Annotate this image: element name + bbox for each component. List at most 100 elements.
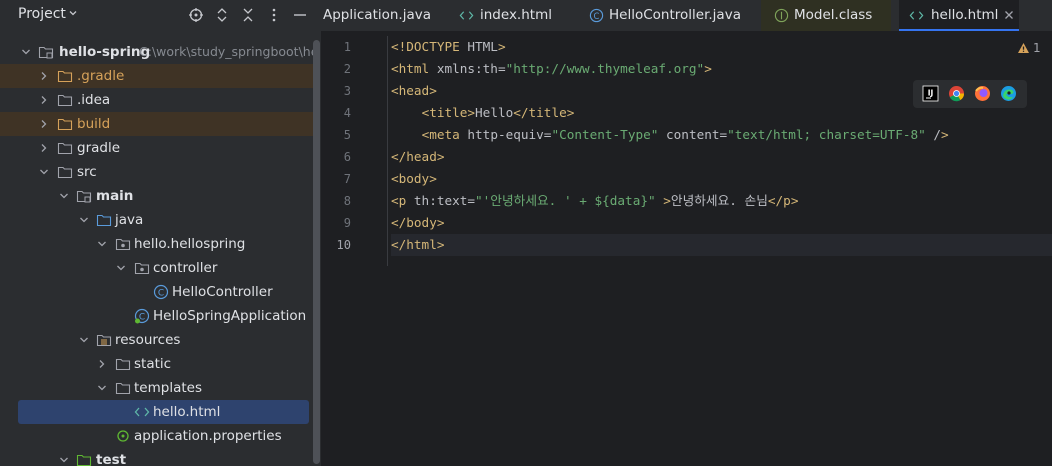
line-number: 7 <box>343 172 351 186</box>
tree-item-label: .gradle <box>77 68 125 84</box>
chevron-right-icon[interactable] <box>38 70 50 82</box>
tab-index-html[interactable]: index.html <box>459 0 581 31</box>
svg-text:C: C <box>594 11 600 21</box>
code-line[interactable]: <meta http-equiv="Content-Type" content=… <box>391 124 949 146</box>
folder-icon <box>57 94 73 107</box>
chevron-down-icon[interactable] <box>58 190 70 202</box>
spring-boot-class-icon: C <box>134 308 150 324</box>
tree-item-label: build <box>77 116 111 132</box>
line-number: 6 <box>343 150 351 164</box>
chevron-right-icon[interactable] <box>38 118 50 130</box>
close-icon[interactable] <box>1003 9 1015 21</box>
class-icon: C <box>589 8 604 23</box>
tree-item-label: hello-spring <box>59 44 151 60</box>
chevron-down-icon[interactable] <box>78 334 90 346</box>
module-folder-icon <box>38 46 54 59</box>
tab-label: index.html <box>480 7 552 23</box>
resources-folder-icon <box>96 334 112 347</box>
html-file-icon <box>459 11 474 20</box>
code-line[interactable]: <body> <box>391 168 437 190</box>
tree-item-templates[interactable]: templates <box>0 376 321 400</box>
source-folder-icon <box>96 214 112 227</box>
chevron-right-icon[interactable] <box>38 142 50 154</box>
tree-item-gradle[interactable]: gradle <box>0 136 321 160</box>
chevron-down-icon[interactable] <box>115 262 127 274</box>
chevron-right-icon[interactable] <box>96 358 108 370</box>
tree-item-main[interactable]: main <box>0 184 321 208</box>
tab-label: Model.class <box>794 7 873 23</box>
intellij-icon[interactable]: IJ <box>922 85 939 102</box>
folder-icon <box>57 70 73 83</box>
test-folder-icon <box>76 454 92 466</box>
warning-icon <box>1018 43 1029 53</box>
line-number: 3 <box>343 84 351 98</box>
chevron-down-icon[interactable] <box>58 454 70 466</box>
html-file-icon <box>134 407 150 417</box>
chevron-down-icon[interactable] <box>38 166 50 178</box>
expand-all-icon[interactable] <box>214 7 230 23</box>
hide-panel-icon[interactable] <box>292 7 308 23</box>
tab-label: Application.java <box>323 7 432 23</box>
code-line[interactable]: <head> <box>391 80 437 102</box>
source-root-folder-icon <box>76 190 92 203</box>
tree-item-hellospringapplication[interactable]: C HelloSpringApplication <box>0 304 321 328</box>
code-line[interactable]: <title>Hello</title> <box>391 102 575 124</box>
project-title-button[interactable]: Project <box>18 6 77 22</box>
tree-item-resources[interactable]: resources <box>0 328 321 352</box>
chevron-right-icon[interactable] <box>38 94 50 106</box>
tab-hello-html[interactable]: hello.html <box>899 0 1019 31</box>
tree-item-src[interactable]: src <box>0 160 321 184</box>
package-icon <box>134 262 150 275</box>
tab-model-class[interactable]: Model.class <box>761 0 891 31</box>
tree-item-hellocontroller[interactable]: C HelloController <box>0 280 321 304</box>
code-line[interactable]: <html xmlns:th="http://www.thymeleaf.org… <box>391 58 712 80</box>
chevron-down-icon[interactable] <box>96 382 108 394</box>
tree-item-package-controller[interactable]: controller <box>0 256 321 280</box>
properties-file-icon <box>117 430 129 442</box>
tree-item-label: java <box>115 212 144 228</box>
chevron-down-icon[interactable] <box>20 46 32 58</box>
tree-item-hello-spring[interactable]: hello-spring C:\work\study_springboot\he <box>0 40 321 64</box>
code-line[interactable]: </body> <box>391 212 444 234</box>
code-line[interactable]: <p th:text="'안녕하세요. ' + ${data}" >안녕하세요.… <box>391 190 798 212</box>
chevron-down-icon[interactable] <box>78 214 90 226</box>
tree-item-idea[interactable]: .idea <box>0 88 321 112</box>
tree-item-label: .idea <box>77 92 111 108</box>
chevron-down-icon[interactable] <box>96 238 108 250</box>
firefox-icon[interactable] <box>974 85 991 102</box>
collapse-all-icon[interactable] <box>240 7 256 23</box>
chrome-icon[interactable] <box>948 85 965 102</box>
tree-item-label: HelloController <box>172 284 273 300</box>
code-line[interactable]: </head> <box>391 146 444 168</box>
tree-item-application-properties[interactable]: application.properties <box>0 424 321 448</box>
tree-item-package-hellospring[interactable]: hello.hellospring <box>0 232 321 256</box>
project-scrollbar[interactable] <box>313 40 320 464</box>
line-number: 5 <box>343 128 351 142</box>
editor-tab-bar: Application.java index.html C HelloContr… <box>321 0 1052 32</box>
tree-item-test[interactable]: test <box>0 448 321 466</box>
code-line[interactable]: <!DOCTYPE HTML> <box>391 36 506 58</box>
more-options-icon[interactable] <box>266 7 282 23</box>
tree-item-label: hello.hellospring <box>134 236 246 252</box>
tab-hellocontroller-java[interactable]: C HelloController.java <box>589 0 769 31</box>
html-file-icon <box>909 11 924 20</box>
warning-count: 1 <box>1033 41 1041 55</box>
folder-icon <box>57 142 73 155</box>
folder-icon <box>57 166 73 179</box>
tree-item-label: templates <box>134 380 202 396</box>
tree-item-build[interactable]: build <box>0 112 314 136</box>
tree-item-label: gradle <box>77 140 121 156</box>
chevron-down-icon <box>69 11 77 16</box>
locate-icon[interactable] <box>188 7 204 23</box>
tab-label: hello.html <box>931 7 999 23</box>
tree-item-gradle-hidden[interactable]: .gradle <box>0 64 314 88</box>
code-line[interactable]: </html> <box>391 234 444 256</box>
tab-application-java[interactable]: Application.java <box>323 0 451 31</box>
tree-item-static[interactable]: static <box>0 352 321 376</box>
tree-item-java[interactable]: java <box>0 208 321 232</box>
tree-item-hello-html[interactable]: hello.html <box>18 400 309 424</box>
tree-item-label: static <box>134 356 172 372</box>
project-title: Project <box>18 6 66 22</box>
line-number-gutter: 1 2 3 4 5 6 7 8 9 10 <box>321 36 381 466</box>
edge-icon[interactable] <box>1000 85 1017 102</box>
